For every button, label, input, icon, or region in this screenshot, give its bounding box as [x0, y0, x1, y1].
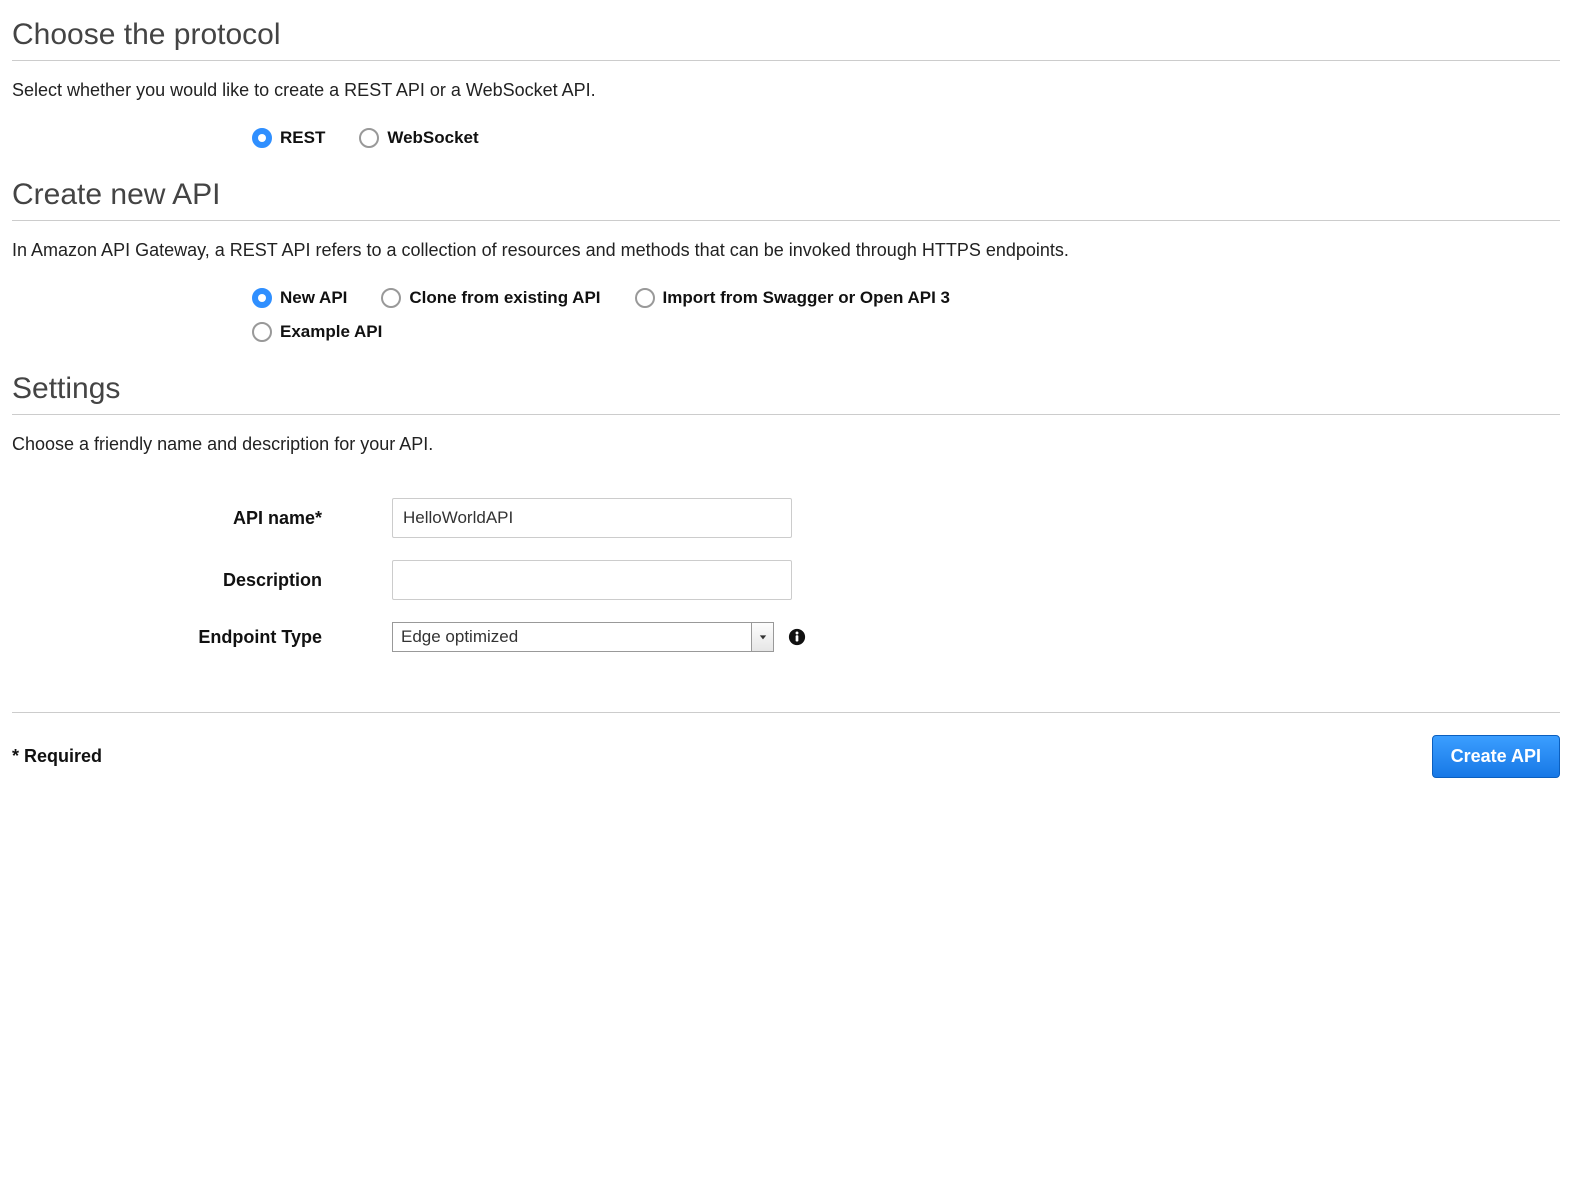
protocol-heading: Choose the protocol: [12, 18, 1560, 52]
protocol-radio-group: REST WebSocket: [252, 128, 1560, 148]
radio-unselected-icon: [252, 322, 272, 342]
endpoint-type-select[interactable]: Edge optimized: [392, 622, 774, 652]
divider: [12, 414, 1560, 415]
create-option-label: Clone from existing API: [409, 288, 600, 308]
info-icon[interactable]: [788, 628, 806, 646]
create-api-heading: Create new API: [12, 178, 1560, 212]
protocol-option-websocket[interactable]: WebSocket: [359, 128, 478, 148]
endpoint-type-value: Edge optimized: [393, 623, 751, 651]
form-row-endpoint-type: Endpoint Type Edge optimized: [12, 622, 1560, 652]
create-option-clone[interactable]: Clone from existing API: [381, 288, 600, 308]
form-row-api-name: API name*: [12, 498, 1560, 538]
create-option-import[interactable]: Import from Swagger or Open API 3: [635, 288, 950, 308]
radio-unselected-icon: [381, 288, 401, 308]
divider: [12, 220, 1560, 221]
endpoint-type-label: Endpoint Type: [12, 627, 392, 648]
description-label: Description: [12, 570, 392, 591]
description-input[interactable]: [392, 560, 792, 600]
api-name-input[interactable]: [392, 498, 792, 538]
radio-unselected-icon: [635, 288, 655, 308]
create-option-example[interactable]: Example API: [252, 322, 1172, 342]
radio-selected-icon: [252, 288, 272, 308]
api-name-label: API name*: [12, 508, 392, 529]
protocol-description: Select whether you would like to create …: [12, 77, 1560, 104]
protocol-option-rest[interactable]: REST: [252, 128, 325, 148]
create-option-label: Import from Swagger or Open API 3: [663, 288, 950, 308]
footer-row: * Required Create API: [12, 735, 1560, 778]
divider: [12, 60, 1560, 61]
protocol-option-label: WebSocket: [387, 128, 478, 148]
create-option-label: Example API: [280, 322, 382, 342]
form-row-description: Description: [12, 560, 1560, 600]
radio-unselected-icon: [359, 128, 379, 148]
required-note: * Required: [12, 746, 102, 767]
radio-selected-icon: [252, 128, 272, 148]
create-option-new[interactable]: New API: [252, 288, 347, 308]
protocol-option-label: REST: [280, 128, 325, 148]
chevron-down-icon: [751, 623, 773, 651]
divider: [12, 712, 1560, 713]
create-option-label: New API: [280, 288, 347, 308]
create-api-radio-group: New API Clone from existing API Import f…: [252, 288, 1172, 342]
settings-description: Choose a friendly name and description f…: [12, 431, 1560, 458]
create-api-button[interactable]: Create API: [1432, 735, 1560, 778]
settings-heading: Settings: [12, 372, 1560, 406]
create-api-description: In Amazon API Gateway, a REST API refers…: [12, 237, 1560, 264]
